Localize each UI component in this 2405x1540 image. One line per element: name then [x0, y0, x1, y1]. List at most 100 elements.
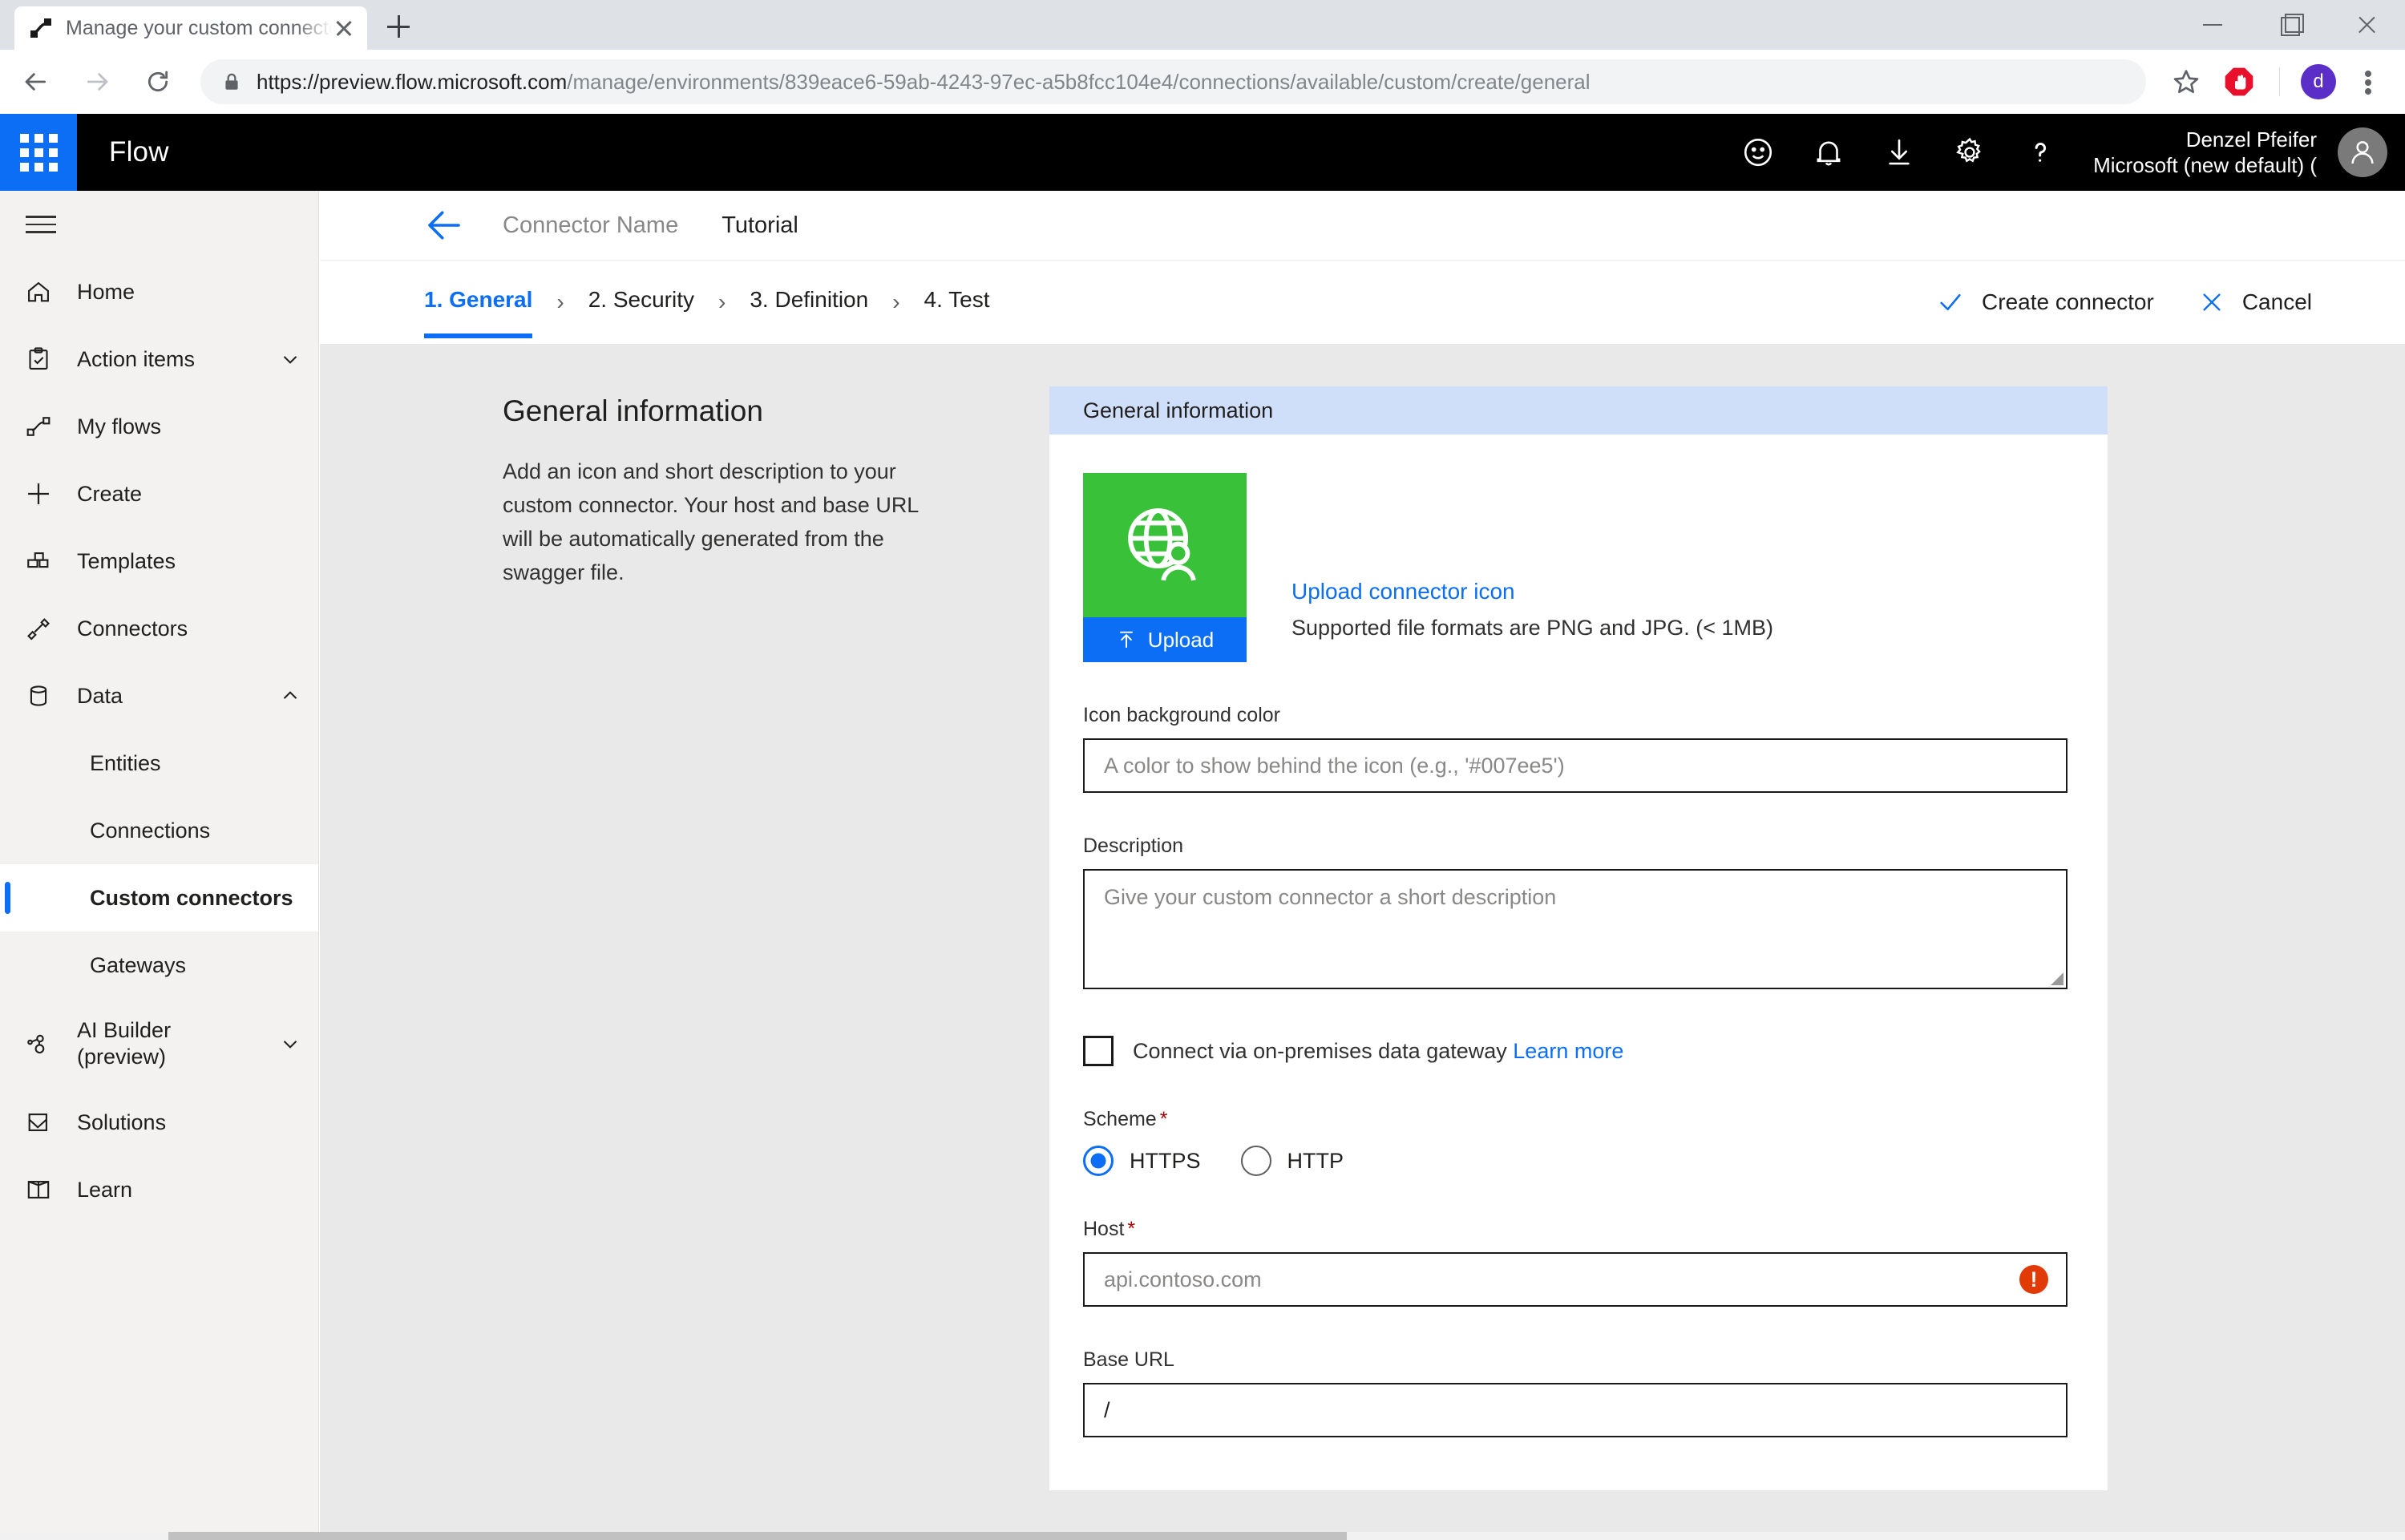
sidebar-item-learn[interactable]: Learn [0, 1156, 318, 1223]
sidebar-subitem-label: Connections [90, 818, 211, 843]
info-panel-body: Add an icon and short description to you… [503, 459, 919, 584]
horizontal-scrollbar[interactable] [0, 1532, 2405, 1540]
tab-general[interactable]: 1. General [424, 287, 533, 338]
sidebar-subitem-label: Custom connectors [90, 885, 293, 910]
base-url-value: / [1104, 1397, 1110, 1422]
base-url-input[interactable]: / [1083, 1383, 2067, 1437]
hamburger-icon[interactable] [5, 191, 77, 258]
minimize-icon[interactable] [2174, 0, 2251, 50]
sidebar-item-label: Learn [77, 1177, 133, 1202]
lock-icon [221, 71, 242, 92]
chevron-up-icon[interactable] [262, 684, 318, 708]
gateway-checkbox[interactable] [1083, 1036, 1114, 1066]
upload-connector-icon-link[interactable]: Upload connector icon [1291, 579, 1773, 604]
download-icon[interactable] [1864, 114, 1934, 191]
scheme-field: Scheme * HTTPS HTTP [1083, 1108, 2067, 1176]
sidebar-item-home[interactable]: Home [0, 258, 318, 325]
scheme-option-https[interactable]: HTTPS [1083, 1146, 1201, 1176]
error-icon: ! [2019, 1265, 2048, 1294]
templates-icon [0, 548, 77, 575]
required-asterisk: * [1159, 1108, 1168, 1130]
sidebar-item-my-flows[interactable]: My flows [0, 393, 318, 460]
step-separator: › [892, 289, 900, 314]
sidebar-item-label: My flows [77, 414, 162, 439]
tab-definition[interactable]: 3. Definition [750, 287, 868, 317]
upload-icon-button[interactable]: Upload [1083, 617, 1247, 662]
suite-header-actions: Denzel Pfeifer Microsoft (new default) ( [1723, 114, 2405, 191]
app-launcher-icon[interactable] [0, 114, 77, 191]
browser-tab-title: Manage your custom connectors [66, 16, 332, 39]
icon-background-color-input[interactable]: A color to show behind the icon (e.g., '… [1083, 738, 2067, 793]
sidebar-item-solutions[interactable]: Solutions [0, 1089, 318, 1156]
connector-icon-tile: Upload [1083, 473, 1247, 662]
main-content: Connector Name Tutorial 1. General › 2. … [320, 191, 2405, 1540]
avatar[interactable] [2338, 127, 2387, 177]
description-textarea[interactable]: Give your custom connector a short descr… [1083, 869, 2067, 989]
breadcrumb-connector-name[interactable]: Connector Name [503, 212, 678, 239]
window-controls [2174, 0, 2405, 50]
sidebar-item-gateways[interactable]: Gateways [0, 932, 318, 999]
cancel-label: Cancel [2241, 289, 2312, 314]
user-info[interactable]: Denzel Pfeifer Microsoft (new default) ( [2093, 127, 2317, 179]
close-icon[interactable] [332, 16, 356, 40]
close-x-icon [2199, 289, 2225, 315]
sidebar-item-label: Data [77, 683, 123, 708]
learn-icon [0, 1176, 77, 1203]
smiley-icon[interactable] [1723, 114, 1793, 191]
adblock-icon[interactable] [2215, 58, 2263, 106]
sidebar-item-label: Home [77, 279, 135, 304]
sidebar-item-action-items[interactable]: Action items [0, 325, 318, 393]
close-window-icon[interactable] [2328, 0, 2405, 50]
scheme-option-label: HTTP [1287, 1148, 1344, 1173]
chevron-down-icon[interactable] [262, 1032, 318, 1056]
bell-icon[interactable] [1793, 114, 1864, 191]
connector-icon-row: Upload Upload connector icon Supported f… [1083, 473, 2067, 662]
sidebar-item-data[interactable]: Data [0, 662, 318, 730]
new-tab-button[interactable] [377, 5, 420, 48]
sidebar-item-templates[interactable]: Templates [0, 527, 318, 595]
sidebar-item-connectors[interactable]: Connectors [0, 595, 318, 662]
chevron-down-icon[interactable] [262, 347, 318, 371]
tab-security[interactable]: 2. Security [588, 287, 694, 317]
host-input[interactable]: api.contoso.com ! [1083, 1252, 2067, 1307]
card-body: Upload Upload connector icon Supported f… [1049, 435, 2108, 1437]
scheme-option-label: HTTPS [1130, 1148, 1201, 1173]
kebab-menu-icon[interactable] [2346, 58, 2391, 106]
info-panel: General information Add an icon and shor… [503, 394, 920, 589]
sidebar-item-label: Templates [77, 548, 176, 573]
sidebar-item-connections[interactable]: Connections [0, 797, 318, 864]
database-icon [0, 682, 77, 709]
radio-http[interactable] [1240, 1146, 1271, 1176]
home-icon [0, 278, 77, 305]
sidebar-item-custom-connectors[interactable]: Custom connectors [0, 864, 318, 932]
learn-more-link[interactable]: Learn more [1513, 1039, 1623, 1063]
ai-builder-icon [0, 1030, 77, 1057]
gear-icon[interactable] [1934, 114, 2005, 191]
star-icon[interactable] [2162, 58, 2210, 106]
back-arrow-icon[interactable] [11, 57, 61, 107]
back-arrow-icon[interactable] [422, 204, 466, 247]
host-placeholder: api.contoso.com [1104, 1267, 1262, 1291]
create-connector-button[interactable]: Create connector [1937, 289, 2154, 316]
sidebar-item-ai-builder[interactable]: AI Builder (preview) [0, 999, 318, 1089]
scheme-option-http[interactable]: HTTP [1240, 1146, 1344, 1176]
radio-https[interactable] [1083, 1146, 1114, 1176]
user-name: Denzel Pfeifer [2185, 127, 2317, 152]
address-bar[interactable]: https://preview.flow.microsoft.com/manag… [200, 59, 2146, 104]
scrollbar-thumb[interactable] [168, 1532, 1347, 1540]
maximize-icon[interactable] [2251, 0, 2328, 50]
gateway-checkbox-label: Connect via on-premises data gateway Lea… [1133, 1039, 1623, 1064]
tab-test[interactable]: 4. Test [924, 287, 990, 317]
cancel-button[interactable]: Cancel [2199, 289, 2312, 315]
create-connector-label: Create connector [1982, 289, 2154, 314]
profile-avatar[interactable]: d [2301, 64, 2336, 99]
help-icon[interactable] [2005, 114, 2076, 191]
forward-arrow-icon[interactable] [72, 57, 122, 107]
reload-icon[interactable] [133, 57, 183, 107]
browser-tab[interactable]: Manage your custom connectors [14, 6, 367, 50]
sidebar-item-entities[interactable]: Entities [0, 730, 318, 797]
breadcrumb-current: Tutorial [722, 212, 798, 238]
plus-icon [0, 479, 77, 508]
sidebar-item-create[interactable]: Create [0, 460, 318, 527]
flow-favicon [29, 16, 53, 40]
